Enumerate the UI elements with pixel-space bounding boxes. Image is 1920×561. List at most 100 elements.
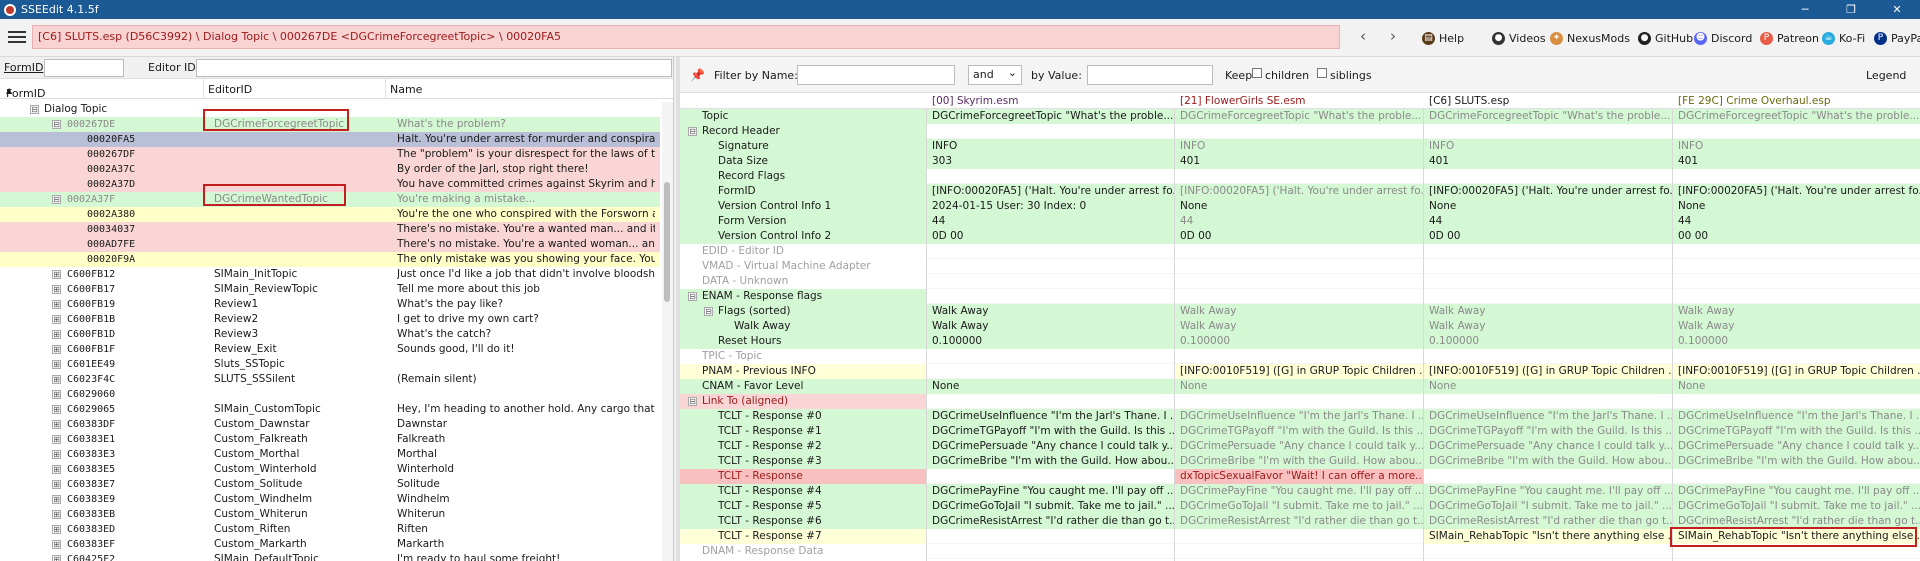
field-value-cell[interactable]: 401	[1174, 154, 1423, 169]
field-value-cell[interactable]: DGCrimeForcegreetTopic "What's the probl…	[1672, 109, 1920, 124]
field-value-cell[interactable]: 44	[1423, 214, 1672, 229]
tree-row[interactable]: ⊞ C600FB1B Review2 I get to drive my own ca…	[0, 312, 660, 327]
field-value-cell[interactable]: DGCrimePayFine "You caught me. I'll pay …	[1423, 484, 1672, 499]
col-sluts-esp[interactable]: [C6] SLUTS.esp	[1429, 95, 1509, 107]
field-value-cell[interactable]: DGCrimeForcegreetTopic "What's the probl…	[1423, 109, 1672, 124]
help-link[interactable]: ▤ Help	[1422, 29, 1464, 47]
field-value-cell[interactable]: DGCrimeBribe "I'm with the Guild. How ab…	[1174, 454, 1423, 469]
field-value-cell[interactable]: DGCrimeTGPayoff "I'm with the Guild. Is …	[1174, 424, 1423, 439]
tree-row[interactable]: ⊞ C60425F2 SIMain_DefaultTopic I'm ready to…	[0, 552, 660, 561]
tree-row[interactable]: 00020F9A The only mistake was you showing…	[0, 252, 660, 267]
field-value-cell[interactable]: dxTopicSexualFavor "Wait! I can offer a …	[1174, 469, 1423, 484]
expand-icon[interactable]: ⊞	[52, 405, 61, 414]
record-field-row[interactable]: TCLT - Response #3 DGCrimeBribe "I'm with…	[680, 454, 1920, 469]
field-value-cell[interactable]: Walk Away	[1423, 319, 1672, 334]
field-value-cell[interactable]: INFO	[1174, 139, 1423, 154]
field-value-cell[interactable]: None	[1423, 199, 1672, 214]
patreon-link[interactable]: P Patreon	[1760, 29, 1819, 47]
record-field-row[interactable]: TCLT - Response #1 DGCrimeTGPayoff "I'm w…	[680, 424, 1920, 439]
field-value-cell[interactable]: [INFO:00020FA5] ('Halt. You're under arr…	[926, 184, 1174, 199]
expand-icon[interactable]: ⊞	[52, 495, 61, 504]
keep-siblings-checkbox[interactable]	[1317, 68, 1327, 78]
record-field-row[interactable]: Walk Away Walk Away Walk Away Walk Away Walk…	[680, 319, 1920, 334]
record-field-row[interactable]: ⊟ Record Header	[680, 124, 1920, 139]
paypal-link[interactable]: P PayPal	[1874, 29, 1920, 47]
record-field-row[interactable]: TCLT - Response #5 DGCrimeGoToJail "I sub…	[680, 499, 1920, 514]
record-field-row[interactable]: TCLT - Response #2 DGCrimePersuade "Any c…	[680, 439, 1920, 454]
field-value-cell[interactable]: [INFO:00020FA5] ('Halt. You're under arr…	[1672, 184, 1920, 199]
field-value-cell[interactable]: 0D 00	[1174, 229, 1423, 244]
field-value-cell[interactable]: 2024-01-15 User: 30 Index: 0	[926, 199, 1174, 214]
expand-icon[interactable]: ⊞	[52, 450, 61, 459]
field-value-cell[interactable]: 0D 00	[1423, 229, 1672, 244]
field-value-cell[interactable]: None	[1423, 379, 1672, 394]
expand-icon[interactable]: ⊞	[52, 375, 61, 384]
field-value-cell[interactable]: Walk Away	[1672, 304, 1920, 319]
discord-link[interactable]: ☻ Discord	[1694, 29, 1752, 47]
close-button[interactable]: ✕	[1874, 0, 1920, 19]
expand-icon[interactable]: ⊞	[52, 555, 61, 561]
editorid-search-input[interactable]	[196, 59, 672, 77]
filter-operator-select[interactable]: and ⌄	[968, 65, 1022, 85]
field-value-cell[interactable]: Walk Away	[1672, 319, 1920, 334]
tree-row[interactable]: ⊞ C60383E1 Custom_Falkreath Falkreath	[0, 432, 660, 447]
field-value-cell[interactable]: DGCrimeGoToJail "I submit. Take me to ja…	[926, 499, 1174, 514]
collapse-icon[interactable]: ⊟	[688, 292, 697, 301]
field-value-cell[interactable]: DGCrimePayFine "You caught me. I'll pay …	[1174, 484, 1423, 499]
field-value-cell[interactable]: DGCrimeUseInfluence "I'm the Jarl's Than…	[1174, 409, 1423, 424]
pin-icon[interactable]: 📌	[690, 68, 705, 82]
expand-icon[interactable]: ⊞	[52, 420, 61, 429]
expand-icon[interactable]: ⊞	[52, 300, 61, 309]
expand-icon[interactable]: ⊞	[52, 435, 61, 444]
videos-link[interactable]: ● Videos	[1492, 29, 1546, 47]
tree-row[interactable]: ⊞ C60383E7 Custom_Solitude Solitude	[0, 477, 660, 492]
expand-icon[interactable]: ⊞	[52, 345, 61, 354]
record-path-bar[interactable]: [C6] SLUTS.esp (D56C3992) \ Dialog Topic…	[32, 25, 1340, 49]
field-value-cell[interactable]: Walk Away	[1174, 319, 1423, 334]
expand-icon[interactable]: ⊞	[52, 360, 61, 369]
field-value-cell[interactable]: DGCrimeResistArrest "I'd rather die than…	[926, 514, 1174, 529]
record-field-row[interactable]: EDID - Editor ID	[680, 244, 1920, 259]
tree-row[interactable]: ⊞ C6029060	[0, 387, 660, 402]
field-value-cell[interactable]: 401	[1423, 154, 1672, 169]
expand-icon[interactable]: ⊞	[52, 390, 61, 399]
field-value-cell[interactable]: 0.100000	[1174, 334, 1423, 349]
tree-row[interactable]: ⊞ C60383E3 Custom_Morthal Morthal	[0, 447, 660, 462]
expand-icon[interactable]: ⊞	[52, 525, 61, 534]
ko-fi-link[interactable]: ☕ Ko-Fi	[1822, 29, 1865, 47]
field-value-cell[interactable]: [INFO:0010F519] ([G] in GRUP Topic Child…	[1672, 364, 1920, 379]
field-value-cell[interactable]: None	[1174, 379, 1423, 394]
expand-icon[interactable]: ⊞	[52, 510, 61, 519]
minimize-button[interactable]: ─	[1782, 0, 1828, 19]
expand-icon[interactable]: ⊞	[52, 540, 61, 549]
record-field-row[interactable]: Record Flags	[680, 169, 1920, 184]
collapse-icon[interactable]: ⊟	[688, 127, 697, 136]
back-button[interactable]: ‹	[1352, 26, 1374, 48]
forward-button[interactable]: ›	[1382, 26, 1404, 48]
record-field-row[interactable]: TCLT - Response dxTopicSexualFavor "Wait!…	[680, 469, 1920, 484]
expand-icon[interactable]: ⊞	[52, 270, 61, 279]
field-value-cell[interactable]: DGCrimePayFine "You caught me. I'll pay …	[926, 484, 1174, 499]
record-field-row[interactable]: ⊟ ENAM - Response flags	[680, 289, 1920, 304]
field-value-cell[interactable]: DGCrimeResistArrest "I'd rather die than…	[1174, 514, 1423, 529]
field-value-cell[interactable]: DGCrimeForcegreetTopic "What's the probl…	[926, 109, 1174, 124]
field-value-cell[interactable]: DGCrimeGoToJail "I submit. Take me to ja…	[1672, 499, 1920, 514]
field-value-cell[interactable]: DGCrimePayFine "You caught me. I'll pay …	[1672, 484, 1920, 499]
record-field-row[interactable]: Version Control Info 1 2024-01-15 User: 3…	[680, 199, 1920, 214]
tree-row[interactable]: 000AD7FE There's no mistake. You're a wan…	[0, 237, 660, 252]
tree-row[interactable]: ⊞ C600FB17 SIMain_ReviewTopic Tell me more …	[0, 282, 660, 297]
filter-value-input[interactable]	[1087, 65, 1213, 85]
col-name[interactable]: Name	[390, 83, 422, 96]
field-value-cell[interactable]: DGCrimePersuade "Any chance I could talk…	[926, 439, 1174, 454]
field-value-cell[interactable]: 401	[1672, 154, 1920, 169]
field-value-cell[interactable]: None	[1672, 379, 1920, 394]
record-field-row[interactable]: DATA - Unknown	[680, 274, 1920, 289]
tree-row[interactable]: ⊞ C60383EF Custom_Markarth Markarth	[0, 537, 660, 552]
record-field-row[interactable]: PNAM - Previous INFO [INFO:0010F519] ([G]…	[680, 364, 1920, 379]
field-value-cell[interactable]: DGCrimeBribe "I'm with the Guild. How ab…	[926, 454, 1174, 469]
field-value-cell[interactable]: DGCrimeResistArrest "I'd rather die than…	[1423, 514, 1672, 529]
filter-name-input[interactable]	[797, 65, 955, 85]
record-field-row[interactable]: Signature INFO INFO INFO INFO	[680, 139, 1920, 154]
tree-row[interactable]: 00020FA5 Halt. You're under arrest for mu…	[0, 132, 660, 147]
record-field-row[interactable]: Topic DGCrimeForcegreetTopic "What's the …	[680, 109, 1920, 124]
